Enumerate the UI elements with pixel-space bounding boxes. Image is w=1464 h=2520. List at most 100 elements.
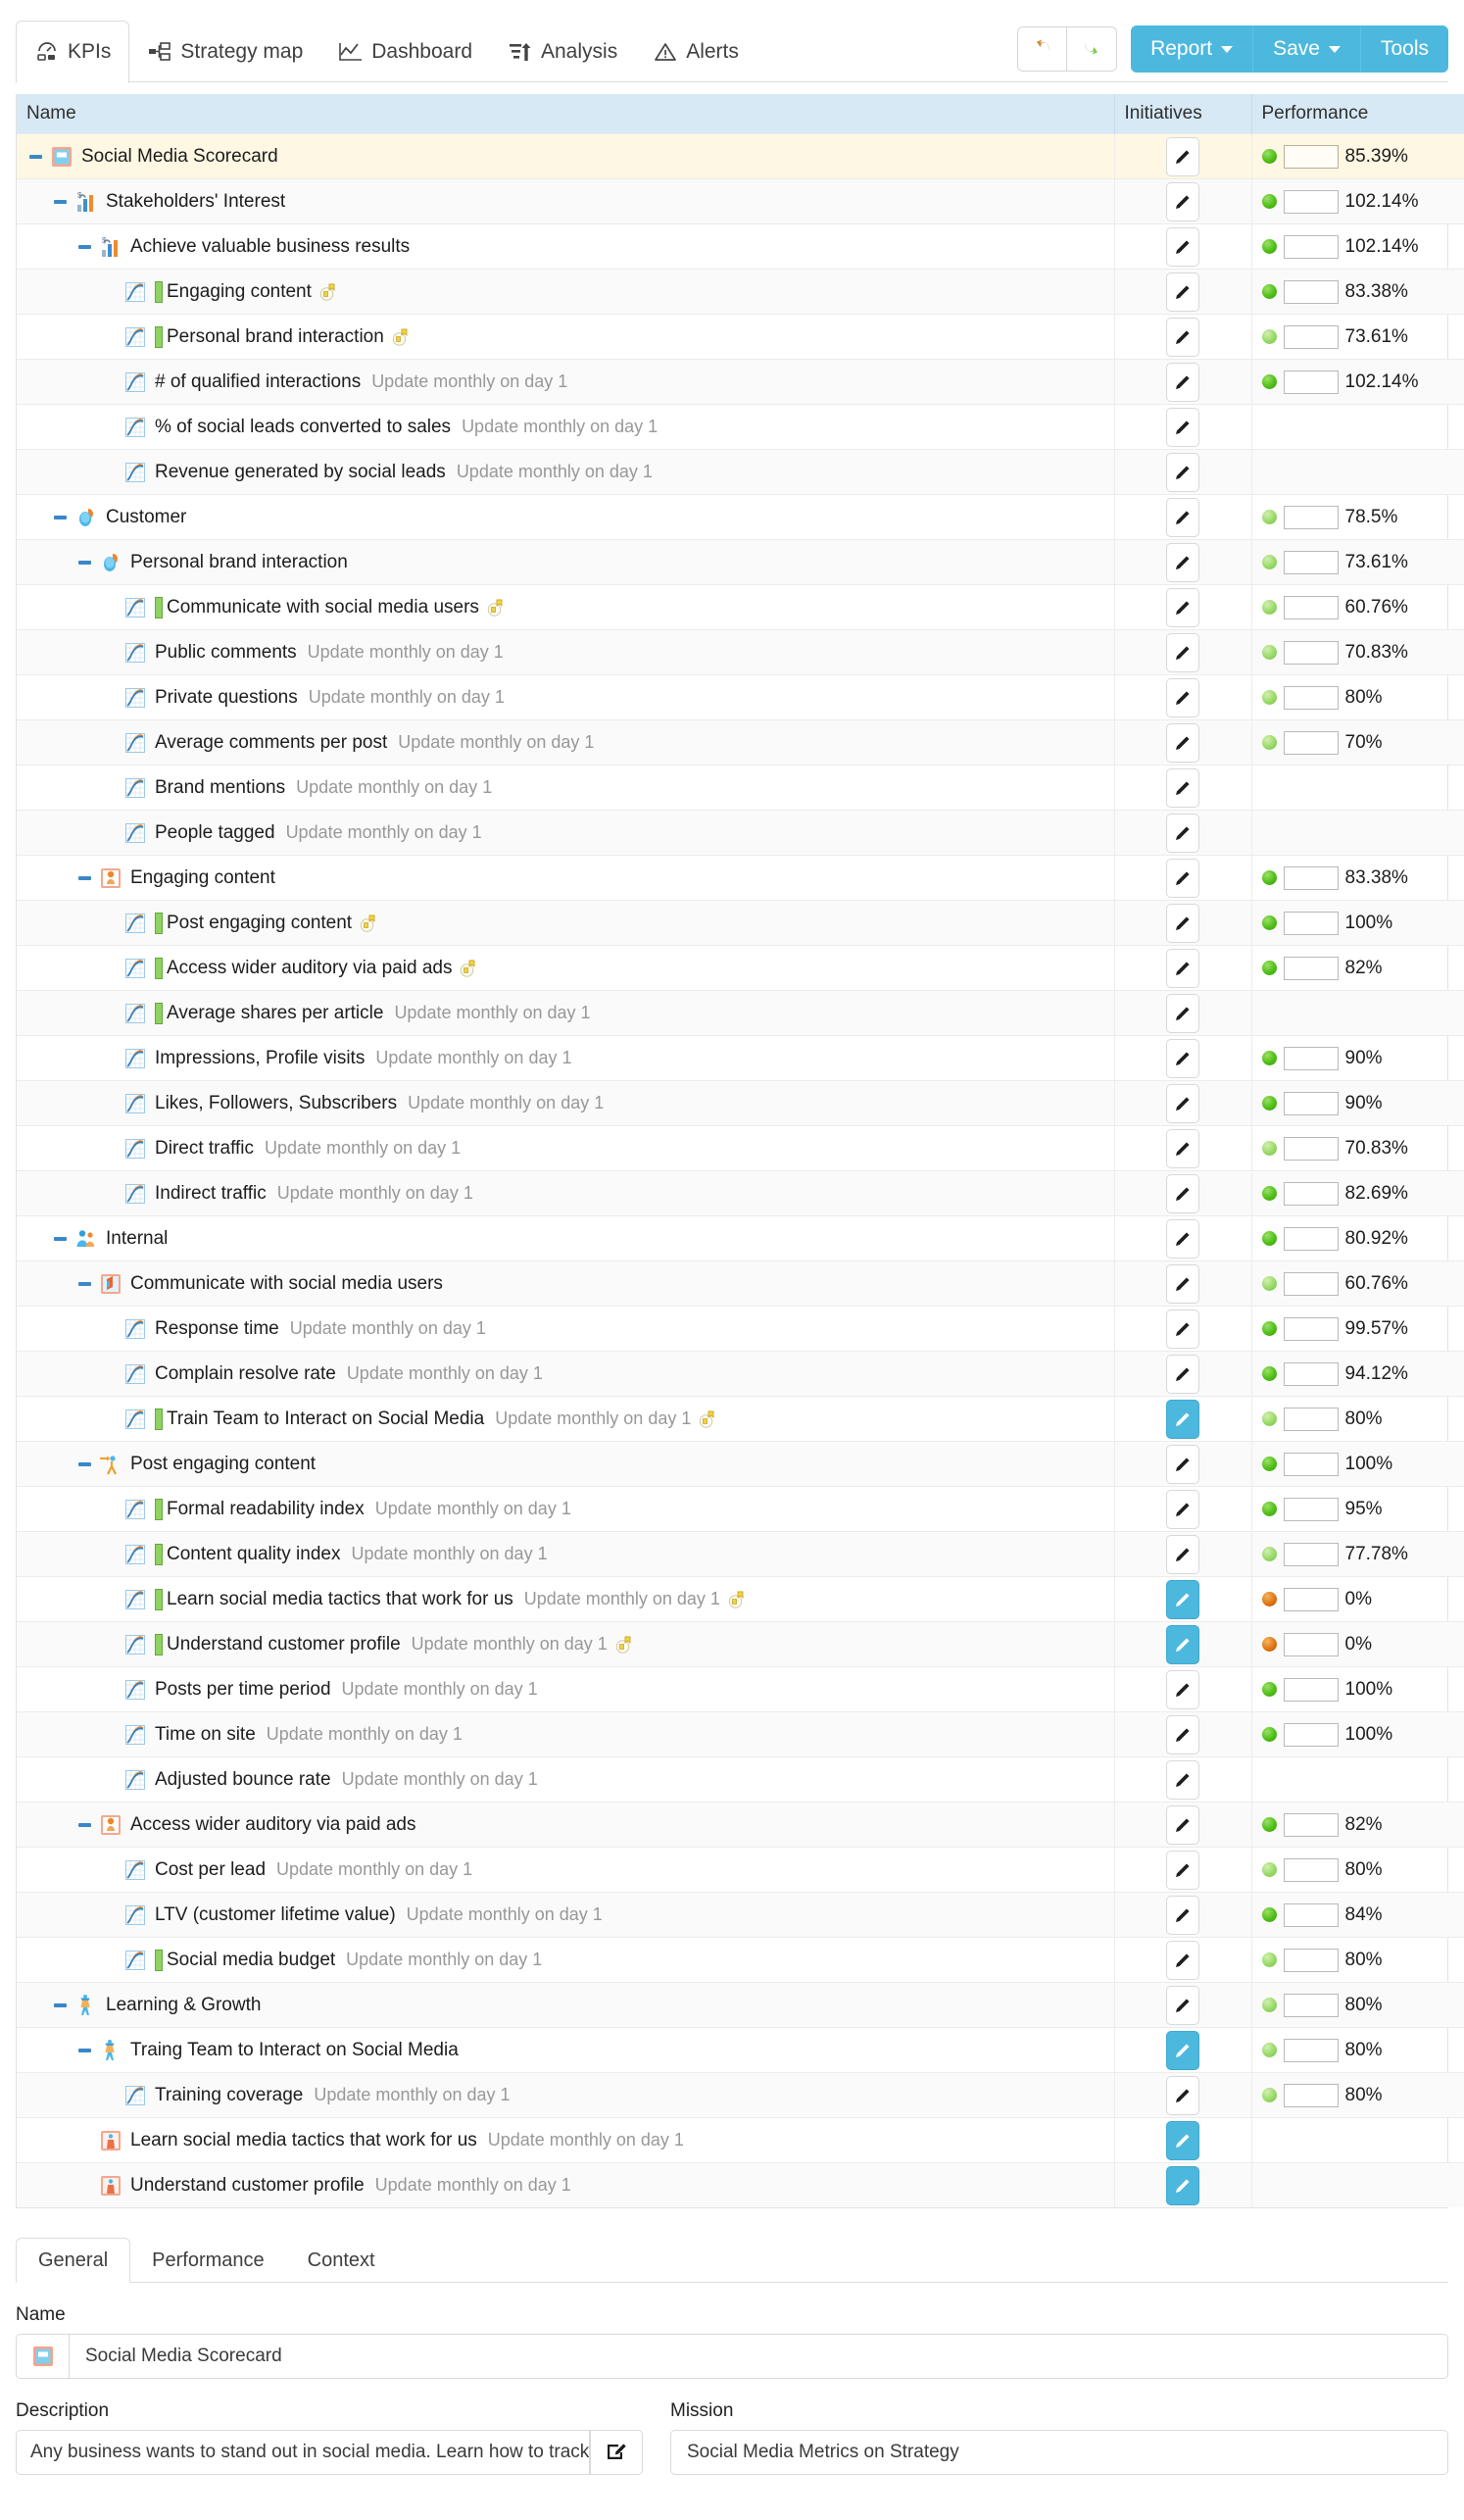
edit-initiative-button[interactable] — [1166, 1669, 1199, 1709]
table-row[interactable]: Revenue generated by social leads Update … — [17, 449, 1464, 495]
table-row[interactable]: Time on site Update monthly on day 1 100% — [17, 1711, 1464, 1757]
tab-strategy-map[interactable]: Strategy map — [129, 22, 320, 82]
edit-description-button[interactable] — [590, 2430, 643, 2475]
edit-initiative-button[interactable] — [1166, 452, 1199, 492]
table-row[interactable]: Formal readability index Update monthly o… — [17, 1486, 1464, 1532]
table-row[interactable]: People tagged Update monthly on day 1 — [17, 810, 1464, 856]
edit-initiative-button[interactable] — [1166, 677, 1199, 717]
table-row[interactable]: Adjusted bounce rate Update monthly on da… — [17, 1756, 1464, 1803]
edit-initiative-button[interactable] — [1166, 1714, 1199, 1754]
tab-analysis[interactable]: Analysis — [490, 22, 635, 82]
collapse-toggle-icon[interactable] — [72, 550, 97, 575]
table-row[interactable]: Post engaging content 100% — [17, 1441, 1464, 1487]
edit-initiative-button[interactable] — [1166, 1534, 1199, 1574]
edit-initiative-button[interactable] — [1166, 2030, 1199, 2070]
table-row[interactable]: $ Achieve valuable business results 102.14… — [17, 223, 1464, 270]
edit-initiative-button[interactable] — [1166, 181, 1199, 222]
edit-initiative-button[interactable] — [1166, 1940, 1199, 1980]
edit-initiative-button[interactable] — [1166, 858, 1199, 898]
edit-initiative-button[interactable] — [1166, 948, 1199, 988]
edit-initiative-button[interactable] — [1166, 587, 1199, 627]
collapse-toggle-icon[interactable] — [47, 189, 73, 215]
edit-initiative-button[interactable] — [1166, 993, 1199, 1033]
edit-initiative-button[interactable] — [1166, 1128, 1199, 1168]
edit-initiative-button[interactable] — [1166, 497, 1199, 537]
collapse-toggle-icon[interactable] — [47, 1226, 73, 1252]
table-row[interactable]: Access wider auditory via paid ads 82% — [17, 945, 1464, 991]
edit-initiative-button[interactable] — [1166, 542, 1199, 582]
edit-initiative-button[interactable] — [1166, 1218, 1199, 1259]
redo-button[interactable] — [1067, 27, 1117, 71]
edit-initiative-button[interactable] — [1166, 1895, 1199, 1935]
edit-initiative-button[interactable] — [1166, 1399, 1199, 1439]
table-row[interactable]: Engaging content 83.38% — [17, 269, 1464, 315]
edit-initiative-button[interactable] — [1166, 1263, 1199, 1304]
column-header-performance[interactable]: Performance — [1251, 94, 1464, 134]
table-row[interactable]: Personal brand interaction 73.61% — [17, 539, 1464, 585]
mission-input[interactable]: Social Media Metrics on Strategy — [670, 2430, 1448, 2475]
table-row[interactable]: $ Stakeholders' Interest 102.14% — [17, 178, 1464, 224]
table-row[interactable]: # of qualified interactions Update monthl… — [17, 359, 1464, 405]
edit-initiative-button[interactable] — [1166, 813, 1199, 853]
name-input[interactable]: Social Media Scorecard — [69, 2334, 1448, 2379]
table-row[interactable]: LTV (customer lifetime value) Update mont… — [17, 1892, 1464, 1938]
edit-initiative-button[interactable] — [1166, 407, 1199, 447]
edit-initiative-button[interactable] — [1166, 767, 1199, 808]
table-row[interactable]: Public comments Update monthly on day 1 70… — [17, 629, 1464, 675]
edit-initiative-button[interactable] — [1166, 1804, 1199, 1845]
edit-initiative-button[interactable] — [1166, 1985, 1199, 2025]
table-row[interactable]: Likes, Followers, Subscribers Update mont… — [17, 1080, 1464, 1126]
table-row[interactable]: Learning & Growth 80% — [17, 1982, 1464, 2028]
table-row[interactable]: Brand mentions Update monthly on day 1 — [17, 765, 1464, 811]
scorecard-icon[interactable] — [16, 2334, 69, 2379]
description-input[interactable]: Any business wants to stand out in socia… — [16, 2430, 590, 2475]
table-row[interactable]: % of social leads converted to sales Upda… — [17, 404, 1464, 450]
column-header-name[interactable]: Name — [17, 94, 1115, 134]
table-row[interactable]: Indirect traffic Update monthly on day 1 8… — [17, 1170, 1464, 1216]
table-row[interactable]: Communicate with social media users 60.76… — [17, 1260, 1464, 1307]
table-row[interactable]: Communicate with social media users 60.76… — [17, 584, 1464, 630]
edit-initiative-button[interactable] — [1166, 362, 1199, 402]
edit-initiative-button[interactable] — [1166, 1489, 1199, 1529]
edit-initiative-button[interactable] — [1166, 2075, 1199, 2115]
edit-initiative-button[interactable] — [1166, 1354, 1199, 1394]
save-button[interactable]: Save — [1253, 25, 1361, 73]
table-row[interactable]: Engaging content 83.38% — [17, 855, 1464, 901]
undo-button[interactable] — [1018, 27, 1068, 71]
tab-general[interactable]: General — [16, 2238, 131, 2283]
tab-context[interactable]: Context — [286, 2239, 397, 2282]
table-row[interactable]: Direct traffic Update monthly on day 1 70.… — [17, 1125, 1464, 1171]
table-row[interactable]: Learn social media tactics that work for… — [17, 2117, 1464, 2163]
table-row[interactable]: Response time Update monthly on day 1 99.5… — [17, 1306, 1464, 1352]
table-row[interactable]: Customer 78.5% — [17, 494, 1464, 540]
edit-initiative-button[interactable] — [1166, 1444, 1199, 1484]
table-row[interactable]: Access wider auditory via paid ads 82% — [17, 1802, 1464, 1848]
table-row[interactable]: Internal 80.92% — [17, 1215, 1464, 1261]
tab-kpis[interactable]: KPIs — [16, 21, 130, 83]
edit-initiative-button[interactable] — [1166, 1579, 1199, 1619]
edit-initiative-button[interactable] — [1166, 272, 1199, 312]
table-row[interactable]: Post engaging content 100% — [17, 900, 1464, 946]
edit-initiative-button[interactable] — [1166, 1759, 1199, 1800]
table-row[interactable]: Private questions Update monthly on day 1… — [17, 674, 1464, 720]
table-row[interactable]: Traing Team to Interact on Social Media 8… — [17, 2027, 1464, 2073]
edit-initiative-button[interactable] — [1166, 1038, 1199, 1078]
tab-alerts[interactable]: Alerts — [635, 22, 756, 82]
collapse-toggle-icon[interactable] — [47, 1993, 73, 2018]
collapse-toggle-icon[interactable] — [72, 234, 97, 260]
collapse-toggle-icon[interactable] — [72, 1452, 97, 1477]
collapse-toggle-icon[interactable] — [72, 1812, 97, 1838]
edit-initiative-button[interactable] — [1166, 1083, 1199, 1123]
edit-initiative-button[interactable] — [1166, 2165, 1199, 2205]
edit-initiative-button[interactable] — [1166, 136, 1199, 176]
edit-initiative-button[interactable] — [1166, 317, 1199, 357]
edit-initiative-button[interactable] — [1166, 2120, 1199, 2160]
edit-initiative-button[interactable] — [1166, 1850, 1199, 1890]
collapse-toggle-icon[interactable] — [47, 505, 73, 530]
table-row[interactable]: Posts per time period Update monthly on d… — [17, 1666, 1464, 1712]
column-header-initiatives[interactable]: Initiatives — [1114, 94, 1252, 134]
table-row[interactable]: Complain resolve rate Update monthly on d… — [17, 1351, 1464, 1397]
table-row[interactable]: Personal brand interaction 73.61% — [17, 314, 1464, 360]
tab-performance[interactable]: Performance — [130, 2239, 286, 2282]
edit-initiative-button[interactable] — [1166, 722, 1199, 763]
